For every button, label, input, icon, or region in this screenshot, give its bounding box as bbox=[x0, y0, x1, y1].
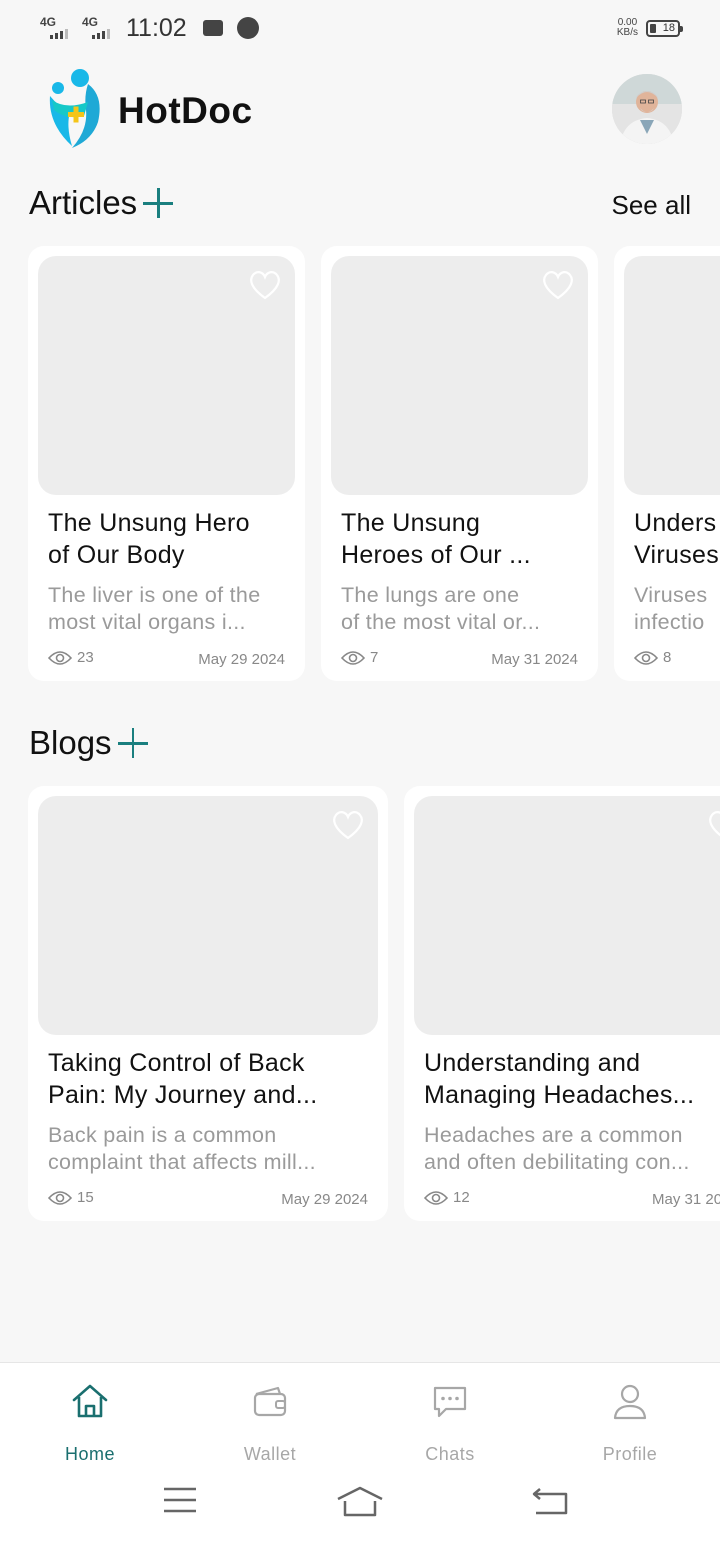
system-home-icon[interactable] bbox=[336, 1485, 384, 1517]
article-views: 7 bbox=[341, 649, 378, 666]
blog-desc-line1: Headaches are a common bbox=[424, 1123, 683, 1147]
nav-profile-label: Profile bbox=[602, 1444, 658, 1464]
battery-icon: 18 bbox=[646, 19, 683, 37]
article-title-line2: of Our Body bbox=[48, 541, 185, 569]
article-title-line2: Viruses bbox=[634, 541, 720, 569]
blog-thumbnail bbox=[38, 796, 378, 1035]
profile-icon bbox=[613, 1384, 647, 1420]
blogs-section-title: Blogs bbox=[29, 724, 150, 762]
article-card[interactable]: The Unsung Heroes of Our ... The lungs a… bbox=[321, 246, 598, 681]
blog-title-line1: Understanding and bbox=[424, 1049, 641, 1077]
hotdoc-logo-icon bbox=[49, 69, 100, 148]
article-card[interactable]: Unders Viruses Viruses infectio 8 bbox=[614, 246, 720, 681]
article-title-line1: Unders bbox=[634, 509, 717, 537]
mail-icon bbox=[202, 20, 223, 36]
article-desc-line1: The liver is one of the bbox=[48, 583, 261, 607]
view-count: 23 bbox=[77, 649, 94, 666]
menu-icon[interactable] bbox=[162, 1485, 198, 1515]
article-desc-line2: of the most vital or... bbox=[341, 610, 541, 634]
nav-home-label: Home bbox=[64, 1444, 115, 1464]
blog-desc-line1: Back pain is a common bbox=[48, 1123, 277, 1147]
bottom-navigation: Home Wallet Chats Profile bbox=[0, 1362, 720, 1544]
add-article-icon[interactable] bbox=[141, 186, 175, 220]
notification-app-icon bbox=[236, 17, 259, 39]
eye-icon bbox=[48, 1190, 72, 1205]
article-views: 8 bbox=[634, 649, 671, 666]
article-desc-line2: most vital organs i... bbox=[48, 610, 246, 634]
see-all-link[interactable]: See all bbox=[612, 190, 692, 221]
nav-chats-label: Chats bbox=[425, 1444, 475, 1464]
chat-icon bbox=[433, 1386, 467, 1418]
status-right: 0.00 KB/s 18 bbox=[617, 18, 683, 38]
back-icon[interactable] bbox=[530, 1485, 570, 1517]
heart-icon[interactable] bbox=[330, 808, 366, 842]
blog-title-line2: Pain: My Journey and... bbox=[48, 1081, 318, 1109]
article-title-line1: The Unsung bbox=[341, 509, 481, 537]
eye-icon bbox=[48, 650, 72, 665]
nav-profile[interactable]: Profile bbox=[540, 1381, 720, 1465]
blog-desc-line2: complaint that affects mill... bbox=[48, 1150, 316, 1174]
clock: 11:02 bbox=[126, 13, 187, 42]
article-desc-line1: Viruses bbox=[634, 583, 708, 607]
network-type-1: 4G bbox=[40, 15, 57, 29]
blog-thumbnail bbox=[414, 796, 720, 1035]
blogs-title: Blogs bbox=[29, 724, 112, 761]
article-views: 23 bbox=[48, 649, 94, 666]
signal-icon-2: 4G bbox=[82, 15, 116, 41]
article-desc-line2: infectio bbox=[634, 610, 705, 634]
view-count: 8 bbox=[663, 649, 672, 666]
eye-icon bbox=[634, 650, 658, 665]
add-blog-icon[interactable] bbox=[116, 726, 150, 760]
view-count: 12 bbox=[453, 1189, 470, 1206]
blog-views: 15 bbox=[48, 1189, 94, 1206]
article-title-line1: The Unsung Hero bbox=[48, 509, 250, 537]
article-title-line2: Heroes of Our ... bbox=[341, 541, 531, 569]
view-count: 15 bbox=[77, 1189, 94, 1206]
article-date: May 31 2024 bbox=[491, 651, 578, 668]
avatar[interactable] bbox=[612, 74, 682, 144]
blog-desc-line2: and often debilitating con... bbox=[424, 1150, 690, 1174]
article-thumbnail bbox=[624, 256, 720, 495]
article-desc-line1: The lungs are one bbox=[341, 583, 520, 607]
battery-level: 18 bbox=[662, 21, 675, 34]
nav-wallet[interactable]: Wallet bbox=[180, 1381, 360, 1465]
speed-unit: KB/s bbox=[616, 27, 638, 38]
blog-title-line1: Taking Control of Back bbox=[48, 1049, 305, 1077]
blog-views: 12 bbox=[424, 1189, 470, 1206]
articles-title: Articles bbox=[29, 184, 138, 221]
heart-icon[interactable] bbox=[247, 268, 283, 302]
eye-icon bbox=[341, 650, 365, 665]
app-name: HotDoc bbox=[118, 90, 253, 131]
system-navigation-bar bbox=[0, 1473, 720, 1533]
heart-icon[interactable] bbox=[540, 268, 576, 302]
blogs-list[interactable]: Taking Control of Back Pain: My Journey … bbox=[0, 786, 720, 1222]
heart-icon[interactable] bbox=[706, 808, 720, 842]
doctor-avatar-icon bbox=[612, 74, 682, 144]
app-header: HotDoc bbox=[0, 62, 720, 162]
blog-date: May 31 20 bbox=[652, 1191, 720, 1208]
nav-home[interactable]: Home bbox=[0, 1381, 180, 1465]
blog-date: May 29 2024 bbox=[281, 1191, 368, 1208]
eye-icon bbox=[424, 1190, 448, 1205]
status-bar: 4G 4G 11:02 0.00 KB/s 18 bbox=[0, 0, 720, 56]
home-icon bbox=[72, 1384, 108, 1418]
articles-list[interactable]: The Unsung Hero of Our Body The liver is… bbox=[0, 246, 720, 682]
status-left: 4G 4G 11:02 bbox=[40, 14, 259, 43]
articles-section-title: Articles bbox=[29, 184, 175, 222]
blog-title-line2: Managing Headaches... bbox=[424, 1081, 695, 1109]
signal-icon-1: 4G bbox=[40, 15, 74, 41]
network-type-2: 4G bbox=[82, 15, 99, 29]
blog-card[interactable]: Taking Control of Back Pain: My Journey … bbox=[28, 786, 388, 1221]
article-card[interactable]: The Unsung Hero of Our Body The liver is… bbox=[28, 246, 305, 681]
blog-card[interactable]: Understanding and Managing Headaches... … bbox=[404, 786, 720, 1221]
article-date: May 29 2024 bbox=[198, 651, 285, 668]
nav-chats[interactable]: Chats bbox=[360, 1381, 540, 1465]
nav-wallet-label: Wallet bbox=[243, 1444, 297, 1464]
network-speed: 0.00 KB/s bbox=[617, 18, 638, 38]
view-count: 7 bbox=[370, 649, 379, 666]
wallet-icon bbox=[253, 1386, 287, 1417]
